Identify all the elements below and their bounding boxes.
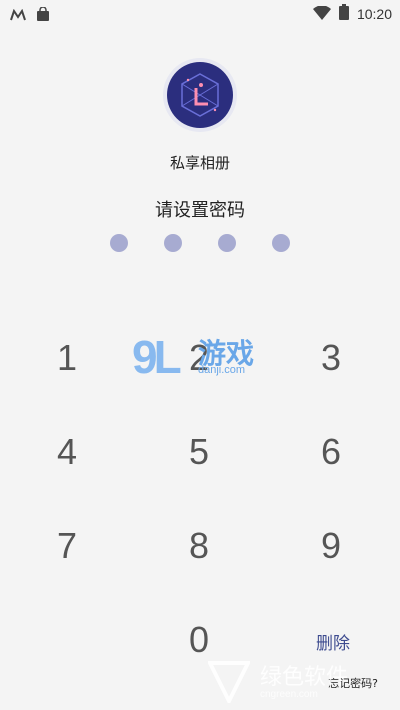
watermark-bottom-name: 绿色软件: [260, 665, 349, 690]
status-bar: 10:20: [0, 0, 400, 26]
watermark-url: danji.com: [198, 364, 246, 376]
app-logo: [163, 58, 237, 132]
wifi-icon: [312, 4, 331, 24]
watermark-logo-icon: [206, 659, 252, 707]
key-1[interactable]: 1: [17, 323, 117, 393]
shopping-bag-icon: [36, 6, 50, 25]
pin-indicator: [110, 234, 290, 252]
key-9[interactable]: 9: [281, 511, 381, 581]
watermark-number: 9L: [132, 331, 182, 383]
key-6[interactable]: 6: [281, 417, 381, 487]
key-3[interactable]: 3: [281, 323, 381, 393]
pin-dot: [110, 234, 128, 252]
bottom-watermark: 绿色软件 cngreen.com: [200, 655, 400, 710]
watermark-bottom-url: cngreen.com: [260, 689, 318, 700]
key-8[interactable]: 8: [149, 511, 249, 581]
key-4[interactable]: 4: [17, 417, 117, 487]
pin-dot: [164, 234, 182, 252]
pin-dot: [218, 234, 236, 252]
site-watermark: 9L 游戏 danji.com: [132, 330, 282, 383]
app-name: 私享相册: [169, 154, 230, 172]
key-7[interactable]: 7: [17, 511, 117, 581]
battery-icon: [338, 4, 349, 24]
app-logo-icon: [167, 62, 233, 128]
status-time: 10:20: [356, 6, 392, 22]
app-notification-icon: [10, 6, 26, 25]
delete-button[interactable]: 删除: [308, 626, 358, 656]
set-password-prompt: 请设置密码: [155, 200, 245, 221]
key-5[interactable]: 5: [149, 417, 249, 487]
pin-dot: [272, 234, 290, 252]
